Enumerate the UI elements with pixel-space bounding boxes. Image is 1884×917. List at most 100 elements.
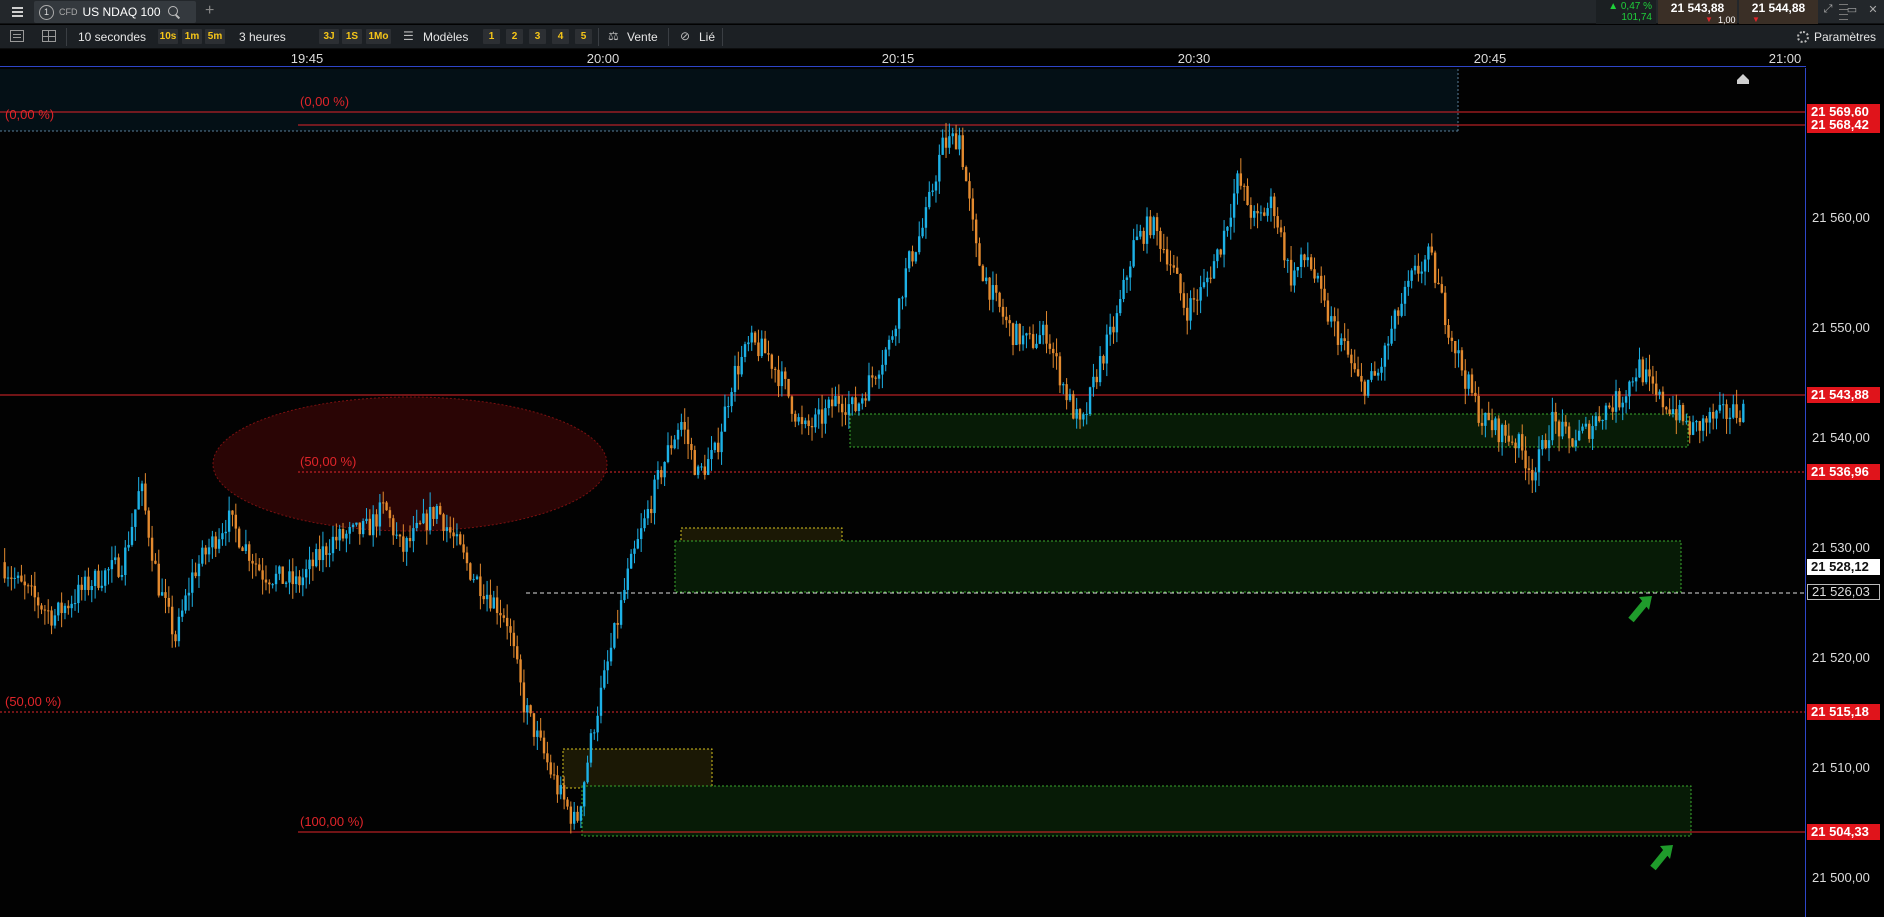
grid-view-icon[interactable] — [42, 30, 56, 42]
layout-1-button[interactable]: 1 — [483, 29, 500, 44]
candle-body — [1638, 359, 1641, 378]
interval-10s-button[interactable]: 10s — [158, 29, 178, 44]
candle-body — [351, 524, 355, 528]
candle-body — [1735, 404, 1738, 418]
candle-body — [743, 344, 747, 357]
models-menu[interactable]: Modèles — [423, 30, 468, 44]
candle-body — [884, 349, 887, 365]
add-tab-icon[interactable]: + — [205, 2, 214, 20]
candle-body — [1651, 376, 1655, 384]
period-1s-button[interactable]: 1S — [342, 29, 362, 44]
period-1mo-button[interactable]: 1Mo — [366, 29, 391, 44]
time-tick: 20:45 — [1473, 51, 1507, 66]
period-select[interactable]: 3 heures — [239, 30, 286, 44]
green-zone-lower[interactable] — [581, 785, 1692, 837]
candle-body — [844, 412, 847, 415]
candle-body — [847, 404, 851, 415]
candle-body — [502, 615, 506, 618]
candle-body — [331, 536, 335, 554]
price-side-select[interactable]: Vente — [627, 30, 658, 44]
close-icon[interactable]: ✕ — [1866, 3, 1880, 19]
candle-body — [1119, 298, 1122, 314]
candle-body — [670, 445, 673, 449]
candle-body — [227, 510, 231, 532]
candle-body — [1621, 402, 1624, 408]
candle-body — [938, 154, 941, 182]
layout-3-button[interactable]: 3 — [529, 29, 546, 44]
candle-body — [284, 582, 288, 584]
candle-body — [264, 579, 268, 583]
interval-5m-button[interactable]: 5m — [205, 29, 225, 44]
layout-4-button[interactable]: 4 — [552, 29, 569, 44]
candle-body — [660, 470, 663, 478]
candle-body — [747, 342, 750, 345]
candle-body — [1624, 396, 1628, 403]
candle-body — [1430, 246, 1433, 253]
candle-body — [603, 670, 606, 688]
candle-body — [971, 198, 975, 220]
price-chart[interactable] — [0, 68, 1806, 917]
period-3j-button[interactable]: 3J — [319, 29, 339, 44]
buy-price-button[interactable]: 21 544,88 ▼ — [1739, 0, 1818, 24]
candle-body — [974, 219, 978, 244]
interval-1m-button[interactable]: 1m — [182, 29, 202, 44]
layout-5-button[interactable]: 5 — [575, 29, 592, 44]
time-tick: 21:00 — [1768, 51, 1802, 66]
candle-body — [723, 406, 727, 432]
yellow-zone-lower[interactable] — [562, 748, 713, 789]
candle-body — [1524, 450, 1527, 469]
candle-body — [1457, 350, 1460, 354]
scroll-home-icon[interactable] — [1737, 74, 1749, 84]
candle-body — [335, 536, 338, 541]
interval-select[interactable]: 10 secondes — [78, 30, 146, 44]
candle-body — [73, 603, 77, 605]
candle-body — [1584, 423, 1588, 427]
candle-body — [251, 560, 254, 564]
instrument-tab[interactable]: 1 CFD US NDAQ 100 — [34, 1, 196, 23]
candle-body — [294, 576, 298, 585]
candle-body — [1581, 426, 1584, 431]
candle-body — [20, 575, 23, 582]
candle-body — [666, 445, 670, 462]
candle-body — [773, 368, 777, 370]
candle-body — [1340, 338, 1343, 345]
layout-2-button[interactable]: 2 — [506, 29, 523, 44]
candle-body — [690, 444, 693, 451]
candle-body — [338, 528, 341, 541]
candle-body — [110, 560, 114, 570]
fib-label-50-lower: (50,00 %) — [5, 694, 62, 709]
settings-button[interactable]: Paramètres — [1814, 30, 1876, 44]
candle-body — [1380, 366, 1383, 373]
candle-body — [964, 167, 968, 182]
candle-body — [465, 552, 469, 564]
minimize-icon[interactable]: ⤢ — [1821, 3, 1835, 19]
candle-body — [1316, 275, 1320, 279]
restore-icon[interactable]: ▭ — [1845, 3, 1859, 19]
candle-body — [1668, 409, 1671, 415]
menu-icon[interactable] — [4, 3, 30, 21]
candle-body — [1249, 205, 1253, 218]
search-icon[interactable] — [167, 5, 181, 19]
candle-body — [308, 559, 311, 570]
candle-body — [26, 585, 30, 587]
candle-body — [207, 547, 211, 555]
candle-body — [1172, 265, 1176, 268]
yellow-zone-upper[interactable] — [680, 527, 843, 544]
price-side-icon: ⚖ — [608, 29, 619, 43]
candle-body — [1661, 391, 1665, 408]
candle-body — [40, 605, 43, 610]
candle-body — [559, 785, 562, 795]
candle-body — [864, 398, 867, 401]
candle-body — [760, 338, 763, 357]
list-view-icon[interactable] — [10, 30, 24, 42]
candle-body — [117, 557, 120, 577]
candle-body — [57, 602, 60, 616]
highlight-ellipse[interactable] — [212, 396, 608, 532]
candle-body — [830, 399, 834, 407]
link-toggle[interactable]: Lié — [699, 30, 715, 44]
candle-body — [1212, 261, 1216, 279]
green-zone-middle[interactable] — [674, 540, 1682, 593]
candle-body — [281, 566, 284, 584]
price-axis[interactable]: 21 560,00 21 550,00 21 540,00 21 530,00 … — [1806, 50, 1884, 917]
candle-body — [1232, 193, 1236, 218]
